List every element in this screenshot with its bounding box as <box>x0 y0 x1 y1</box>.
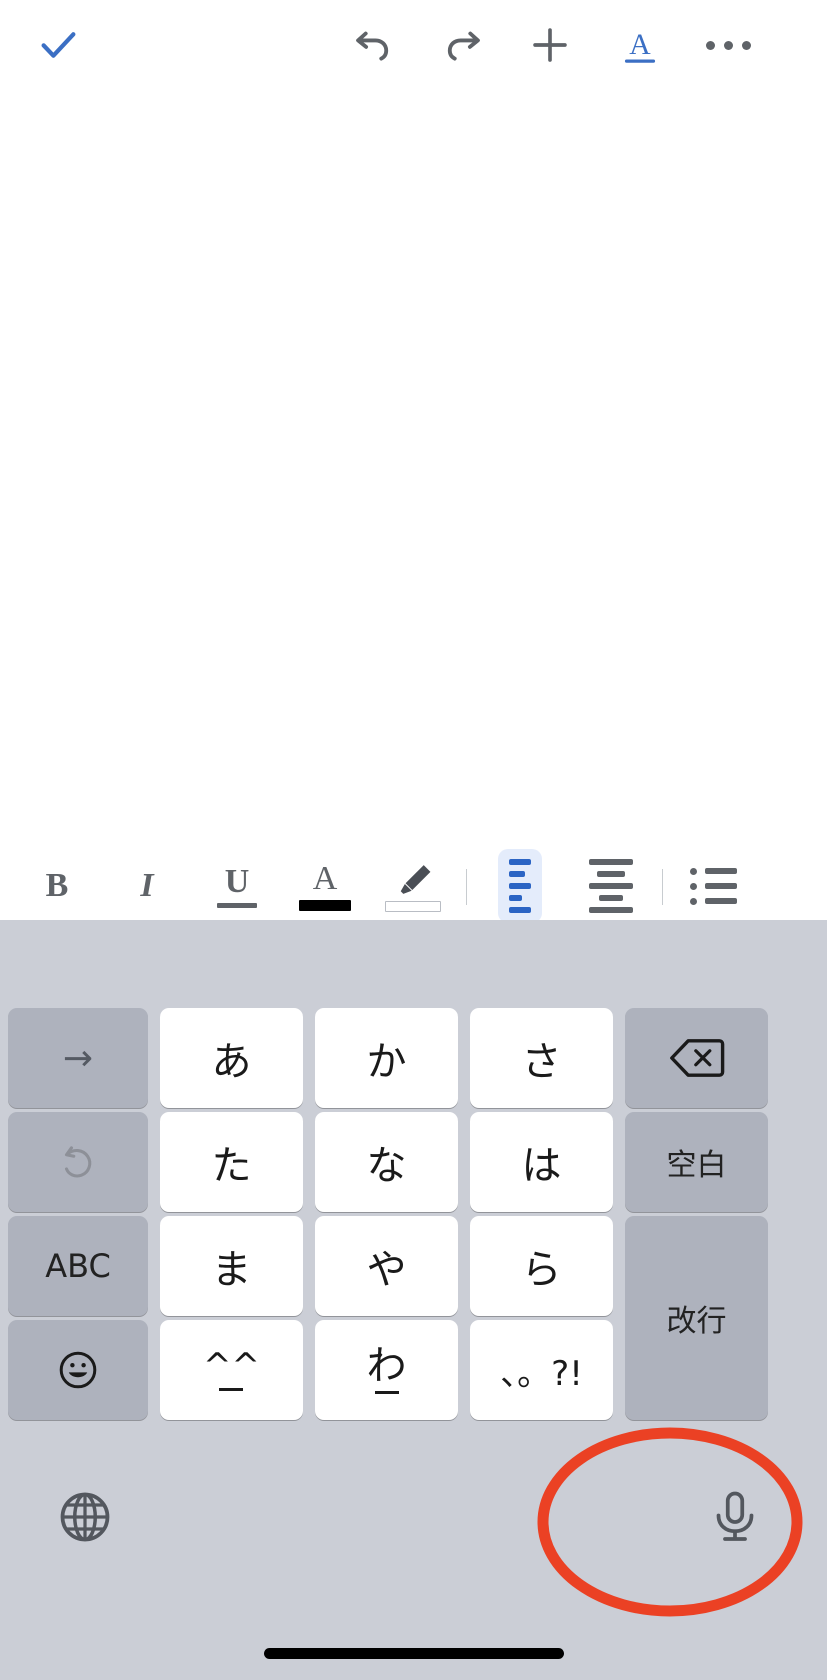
ellipsis-icon <box>705 40 751 50</box>
key-punctuation[interactable]: 、。?! <box>470 1320 613 1420</box>
key-kaomoji[interactable]: ^^ <box>160 1320 303 1420</box>
underline-button[interactable]: U <box>204 856 270 916</box>
key-return[interactable]: 改行 <box>625 1216 768 1420</box>
svg-text:A: A <box>629 29 651 61</box>
bold-icon: B <box>45 867 69 904</box>
redo-arrow-icon <box>447 31 480 61</box>
top-toolbar: A <box>0 0 827 90</box>
undo-button[interactable] <box>337 9 409 81</box>
italic-icon: I <box>140 867 154 904</box>
globe-icon <box>60 1492 110 1542</box>
key-space[interactable]: 空白 <box>625 1112 768 1212</box>
key-sa-row[interactable]: さ <box>470 1008 613 1108</box>
text-format-toolbar: B I U A <box>0 849 827 923</box>
done-button[interactable] <box>22 9 94 81</box>
wa-underscore <box>374 1391 399 1394</box>
align-left-button[interactable] <box>487 849 553 923</box>
highlight-button[interactable] <box>380 856 446 916</box>
key-backspace[interactable] <box>625 1008 768 1108</box>
phone-screen: A B I U A → あ か さ た な は 空白 ABC ま や ら 改行 … <box>0 0 827 1680</box>
highlighter-pen-icon <box>385 861 441 912</box>
backspace-icon <box>669 1039 724 1077</box>
more-options-button[interactable] <box>692 9 764 81</box>
japanese-kana-keyboard: → あ か さ た な は 空白 ABC ま や ら 改行 ^^ わ 、。?! <box>0 920 827 1680</box>
text-format-button[interactable]: A <box>604 9 676 81</box>
home-indicator <box>264 1648 564 1659</box>
key-ka-row[interactable]: か <box>315 1008 458 1108</box>
text-color-a-icon: A <box>299 861 351 911</box>
revert-arrow-icon <box>64 1146 92 1178</box>
kaomoji-underscore <box>219 1388 244 1391</box>
key-a-row[interactable]: あ <box>160 1008 303 1108</box>
key-emoji[interactable] <box>8 1320 148 1420</box>
insert-button[interactable] <box>514 9 586 81</box>
bold-button[interactable]: B <box>24 856 90 916</box>
bulleted-list-button[interactable] <box>680 856 746 916</box>
align-center-button[interactable] <box>578 856 644 916</box>
undo-arrow-icon <box>356 31 389 61</box>
key-wa-row[interactable]: わ <box>315 1320 458 1420</box>
toolbar-divider-2 <box>662 869 663 905</box>
dictation-button[interactable] <box>692 1474 778 1560</box>
align-center-icon <box>589 859 633 913</box>
text-color-button[interactable]: A <box>292 856 358 916</box>
globe-keyboard-switch-button[interactable] <box>42 1474 128 1560</box>
redo-button[interactable] <box>427 9 499 81</box>
keyboard-bottom-row <box>0 1444 827 1544</box>
microphone-icon <box>716 1491 754 1541</box>
key-ra-row[interactable]: ら <box>470 1216 613 1316</box>
smiley-face-icon <box>59 1351 97 1389</box>
align-left-icon <box>498 849 542 923</box>
key-na-row[interactable]: な <box>315 1112 458 1212</box>
key-ha-row[interactable]: は <box>470 1112 613 1212</box>
bulleted-list-icon <box>689 867 737 905</box>
key-undo[interactable] <box>8 1112 148 1212</box>
key-ta-row[interactable]: た <box>160 1112 303 1212</box>
right-arrow-icon: → <box>62 1037 94 1079</box>
underline-icon: U <box>217 864 257 908</box>
key-ma-row[interactable]: ま <box>160 1216 303 1316</box>
italic-button[interactable]: I <box>114 856 180 916</box>
key-ya-row[interactable]: や <box>315 1216 458 1316</box>
toolbar-divider-1 <box>466 869 467 905</box>
checkmark-icon <box>41 32 76 58</box>
key-next-candidate[interactable]: → <box>8 1008 148 1108</box>
underlined-a-icon: A <box>624 29 656 63</box>
key-abc-mode[interactable]: ABC <box>8 1216 148 1316</box>
plus-icon <box>533 28 567 62</box>
note-text-area[interactable] <box>0 90 827 850</box>
